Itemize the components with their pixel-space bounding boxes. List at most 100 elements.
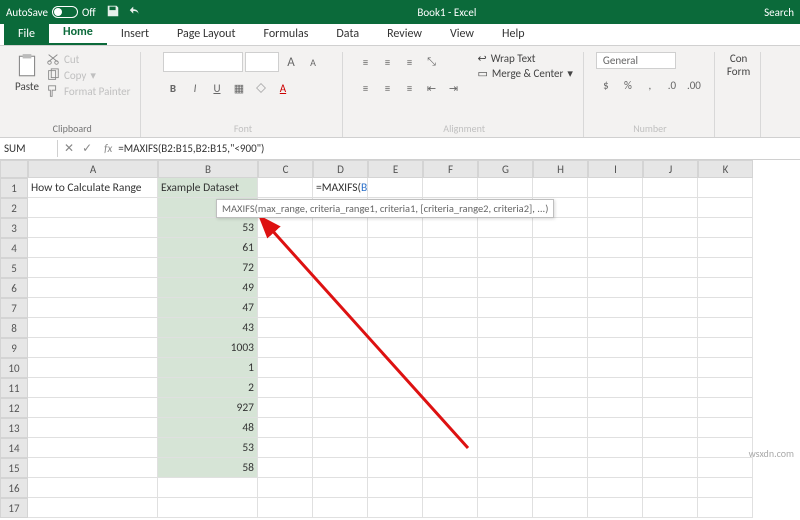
undo-icon[interactable]: [128, 4, 142, 21]
cell-H9[interactable]: [533, 338, 588, 358]
cell-I17[interactable]: [588, 498, 643, 518]
cell-B7[interactable]: 47: [158, 298, 258, 318]
tab-file[interactable]: File: [4, 24, 49, 45]
row-header-16[interactable]: 16: [0, 478, 28, 498]
cell-I11[interactable]: [588, 378, 643, 398]
cell-K2[interactable]: [698, 198, 753, 218]
cell-I8[interactable]: [588, 318, 643, 338]
cell-J17[interactable]: [643, 498, 698, 518]
cell-F16[interactable]: [423, 478, 478, 498]
cell-A14[interactable]: [28, 438, 158, 458]
row-header-9[interactable]: 9: [0, 338, 28, 358]
cell-I3[interactable]: [588, 218, 643, 238]
cell-K12[interactable]: [698, 398, 753, 418]
cell-K16[interactable]: [698, 478, 753, 498]
col-header-K[interactable]: K: [698, 160, 753, 178]
cell-I5[interactable]: [588, 258, 643, 278]
cell-E6[interactable]: [368, 278, 423, 298]
cell-A1[interactable]: How to Calculate Range: [28, 178, 158, 198]
cell-G4[interactable]: [478, 238, 533, 258]
cell-B5[interactable]: 72: [158, 258, 258, 278]
cell-D6[interactable]: [313, 278, 368, 298]
cell-H16[interactable]: [533, 478, 588, 498]
cell-J12[interactable]: [643, 398, 698, 418]
cell-K4[interactable]: [698, 238, 753, 258]
align-right-button[interactable]: ≡: [399, 78, 419, 98]
align-mid-button[interactable]: ≡: [377, 52, 397, 72]
cell-C13[interactable]: [258, 418, 313, 438]
cell-A4[interactable]: [28, 238, 158, 258]
cell-G16[interactable]: [478, 478, 533, 498]
col-header-D[interactable]: D: [313, 160, 368, 178]
cell-I9[interactable]: [588, 338, 643, 358]
tab-formulas[interactable]: Formulas: [249, 24, 322, 45]
cond-format-button[interactable]: Con Form: [727, 52, 750, 78]
shrink-font-button[interactable]: A: [303, 52, 323, 72]
copy-button[interactable]: Copy▾: [46, 68, 130, 82]
cell-H14[interactable]: [533, 438, 588, 458]
cell-K13[interactable]: [698, 418, 753, 438]
enter-icon[interactable]: ✓: [82, 141, 92, 156]
cell-G17[interactable]: [478, 498, 533, 518]
col-header-E[interactable]: E: [368, 160, 423, 178]
cell-B6[interactable]: 49: [158, 278, 258, 298]
cell-I7[interactable]: [588, 298, 643, 318]
cell-G5[interactable]: [478, 258, 533, 278]
col-header-G[interactable]: G: [478, 160, 533, 178]
cell-C15[interactable]: [258, 458, 313, 478]
cell-B15[interactable]: 58: [158, 458, 258, 478]
cell-K3[interactable]: [698, 218, 753, 238]
cell-D9[interactable]: [313, 338, 368, 358]
cell-B11[interactable]: 2: [158, 378, 258, 398]
cell-I16[interactable]: [588, 478, 643, 498]
cell-F8[interactable]: [423, 318, 478, 338]
cell-B4[interactable]: 61: [158, 238, 258, 258]
cell-B3[interactable]: 53: [158, 218, 258, 238]
align-left-button[interactable]: ≡: [355, 78, 375, 98]
row-header-5[interactable]: 5: [0, 258, 28, 278]
col-header-J[interactable]: J: [643, 160, 698, 178]
percent-button[interactable]: %: [618, 75, 638, 95]
row-header-11[interactable]: 11: [0, 378, 28, 398]
cell-A7[interactable]: [28, 298, 158, 318]
col-header-I[interactable]: I: [588, 160, 643, 178]
cell-G11[interactable]: [478, 378, 533, 398]
row-header-3[interactable]: 3: [0, 218, 28, 238]
tab-help[interactable]: Help: [488, 24, 539, 45]
cell-H15[interactable]: [533, 458, 588, 478]
cell-E16[interactable]: [368, 478, 423, 498]
cell-A12[interactable]: [28, 398, 158, 418]
cell-C14[interactable]: [258, 438, 313, 458]
cell-H11[interactable]: [533, 378, 588, 398]
row-header-14[interactable]: 14: [0, 438, 28, 458]
cell-G10[interactable]: [478, 358, 533, 378]
cell-H12[interactable]: [533, 398, 588, 418]
cell-C9[interactable]: [258, 338, 313, 358]
row-header-7[interactable]: 7: [0, 298, 28, 318]
cell-F5[interactable]: [423, 258, 478, 278]
cell-A6[interactable]: [28, 278, 158, 298]
cell-I10[interactable]: [588, 358, 643, 378]
cell-C3[interactable]: [258, 218, 313, 238]
cell-J5[interactable]: [643, 258, 698, 278]
row-header-8[interactable]: 8: [0, 318, 28, 338]
cell-I1[interactable]: [588, 178, 643, 198]
merge-center-button[interactable]: ▭Merge & Center▾: [477, 67, 572, 80]
fx-icon[interactable]: fx: [104, 142, 112, 155]
comma-button[interactable]: ,: [640, 75, 660, 95]
cell-D1[interactable]: =MAXIFS(B2:B15,B2:B15,"<900"): [313, 178, 368, 198]
col-header-B[interactable]: B: [158, 160, 258, 178]
col-header-F[interactable]: F: [423, 160, 478, 178]
indent-dec-button[interactable]: ⇤: [421, 78, 441, 98]
cell-J16[interactable]: [643, 478, 698, 498]
cell-B14[interactable]: 53: [158, 438, 258, 458]
cell-K5[interactable]: [698, 258, 753, 278]
cell-J4[interactable]: [643, 238, 698, 258]
inc-decimal-button[interactable]: .0: [662, 75, 682, 95]
cell-F7[interactable]: [423, 298, 478, 318]
cell-A13[interactable]: [28, 418, 158, 438]
cell-F13[interactable]: [423, 418, 478, 438]
cell-C12[interactable]: [258, 398, 313, 418]
cell-B17[interactable]: [158, 498, 258, 518]
cell-C8[interactable]: [258, 318, 313, 338]
